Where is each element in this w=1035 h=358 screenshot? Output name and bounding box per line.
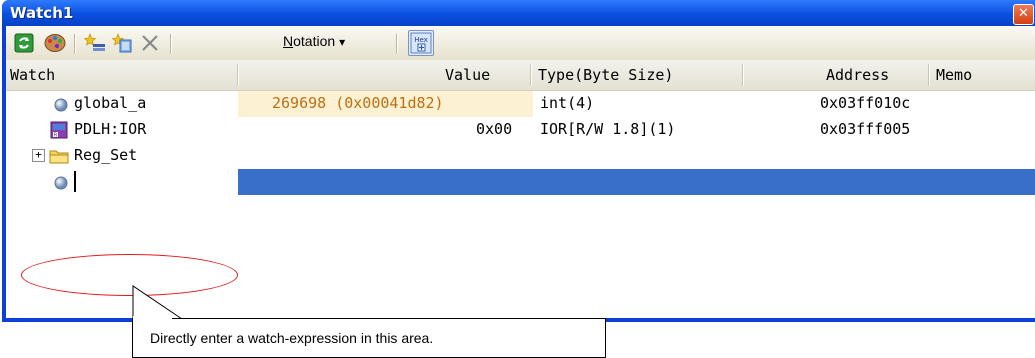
text-cursor <box>74 171 76 192</box>
notation-dropdown[interactable]: Notation ▾ <box>283 33 345 49</box>
annotation-callout: Directly enter a watch-expression in thi… <box>132 318 606 358</box>
column-header-value[interactable]: Value <box>445 66 490 84</box>
watch-address: 0x03ff010c <box>820 94 911 112</box>
callout-pointer-join <box>133 316 172 320</box>
column-divider[interactable] <box>530 64 532 86</box>
notation-accelerator: N <box>283 33 294 49</box>
refresh-icon <box>14 33 34 53</box>
column-divider[interactable] <box>928 64 930 86</box>
watch-value[interactable]: 269698 (0x00041d82) <box>272 94 444 112</box>
palette-button[interactable] <box>44 33 66 53</box>
watch-name: global_a <box>74 94 147 112</box>
close-button[interactable]: ✕ <box>1013 4 1034 25</box>
selected-row-highlight <box>238 169 1035 195</box>
watch-type: int(4) <box>540 94 595 112</box>
expand-toggle[interactable]: + <box>32 149 45 162</box>
watch-name: PDLH:IOR <box>74 120 147 138</box>
toolbar: Notation ▾ Hex <box>6 26 1035 60</box>
close-icon: ✕ <box>1018 6 1029 21</box>
notation-label: otation <box>293 33 336 49</box>
watch-type: IOR[R/W 1.8](1) <box>540 120 676 138</box>
chevron-down-icon: ▾ <box>339 35 346 49</box>
add-category-button[interactable] <box>111 33 132 53</box>
toolbar-separator <box>74 34 76 53</box>
delete-button[interactable] <box>140 33 160 53</box>
window-title: Watch1 <box>10 4 74 22</box>
column-header-watch[interactable]: Watch <box>10 66 55 84</box>
add-watch-icon <box>83 33 105 51</box>
hex-icon: Hex <box>410 32 432 54</box>
refresh-button[interactable] <box>14 33 34 53</box>
io-register-icon: R <box>50 121 68 139</box>
column-divider[interactable] <box>237 64 239 86</box>
column-divider[interactable] <box>742 64 744 86</box>
variable-icon <box>54 98 68 112</box>
toolbar-separator <box>170 34 172 53</box>
watch-value[interactable]: 0x00 <box>476 120 512 138</box>
toolbar-separator <box>396 34 398 53</box>
title-bar[interactable]: Watch1 ✕ <box>2 0 1035 26</box>
callout-text: Directly enter a watch-expression in thi… <box>150 330 434 346</box>
folder-icon <box>49 150 69 164</box>
table-row[interactable]: global_a 269698 (0x00041d82) int(4) 0x03… <box>6 91 1035 117</box>
hex-toggle-button[interactable]: Hex <box>408 30 434 56</box>
add-category-icon <box>111 33 132 53</box>
watch-name: Reg_Set <box>74 146 138 164</box>
palette-icon <box>44 34 66 52</box>
column-header-address[interactable]: Address <box>826 66 889 84</box>
column-header-row: Watch Value Type(Byte Size) Address Memo <box>6 60 1035 91</box>
hex-label: Hex <box>414 36 428 44</box>
add-watch-button[interactable] <box>83 33 105 53</box>
column-header-type[interactable]: Type(Byte Size) <box>538 66 673 84</box>
table-row-new-entry[interactable] <box>6 169 1035 195</box>
delete-icon <box>142 35 158 51</box>
table-row[interactable]: + Reg_Set <box>6 143 1035 169</box>
variable-icon <box>54 176 68 190</box>
table-row[interactable]: R PDLH:IOR 0x00 IOR[R/W 1.8](1) 0x03fff0… <box>6 117 1035 143</box>
svg-text:R: R <box>54 133 58 139</box>
watch-address: 0x03fff005 <box>820 120 911 138</box>
column-header-memo[interactable]: Memo <box>936 66 972 84</box>
